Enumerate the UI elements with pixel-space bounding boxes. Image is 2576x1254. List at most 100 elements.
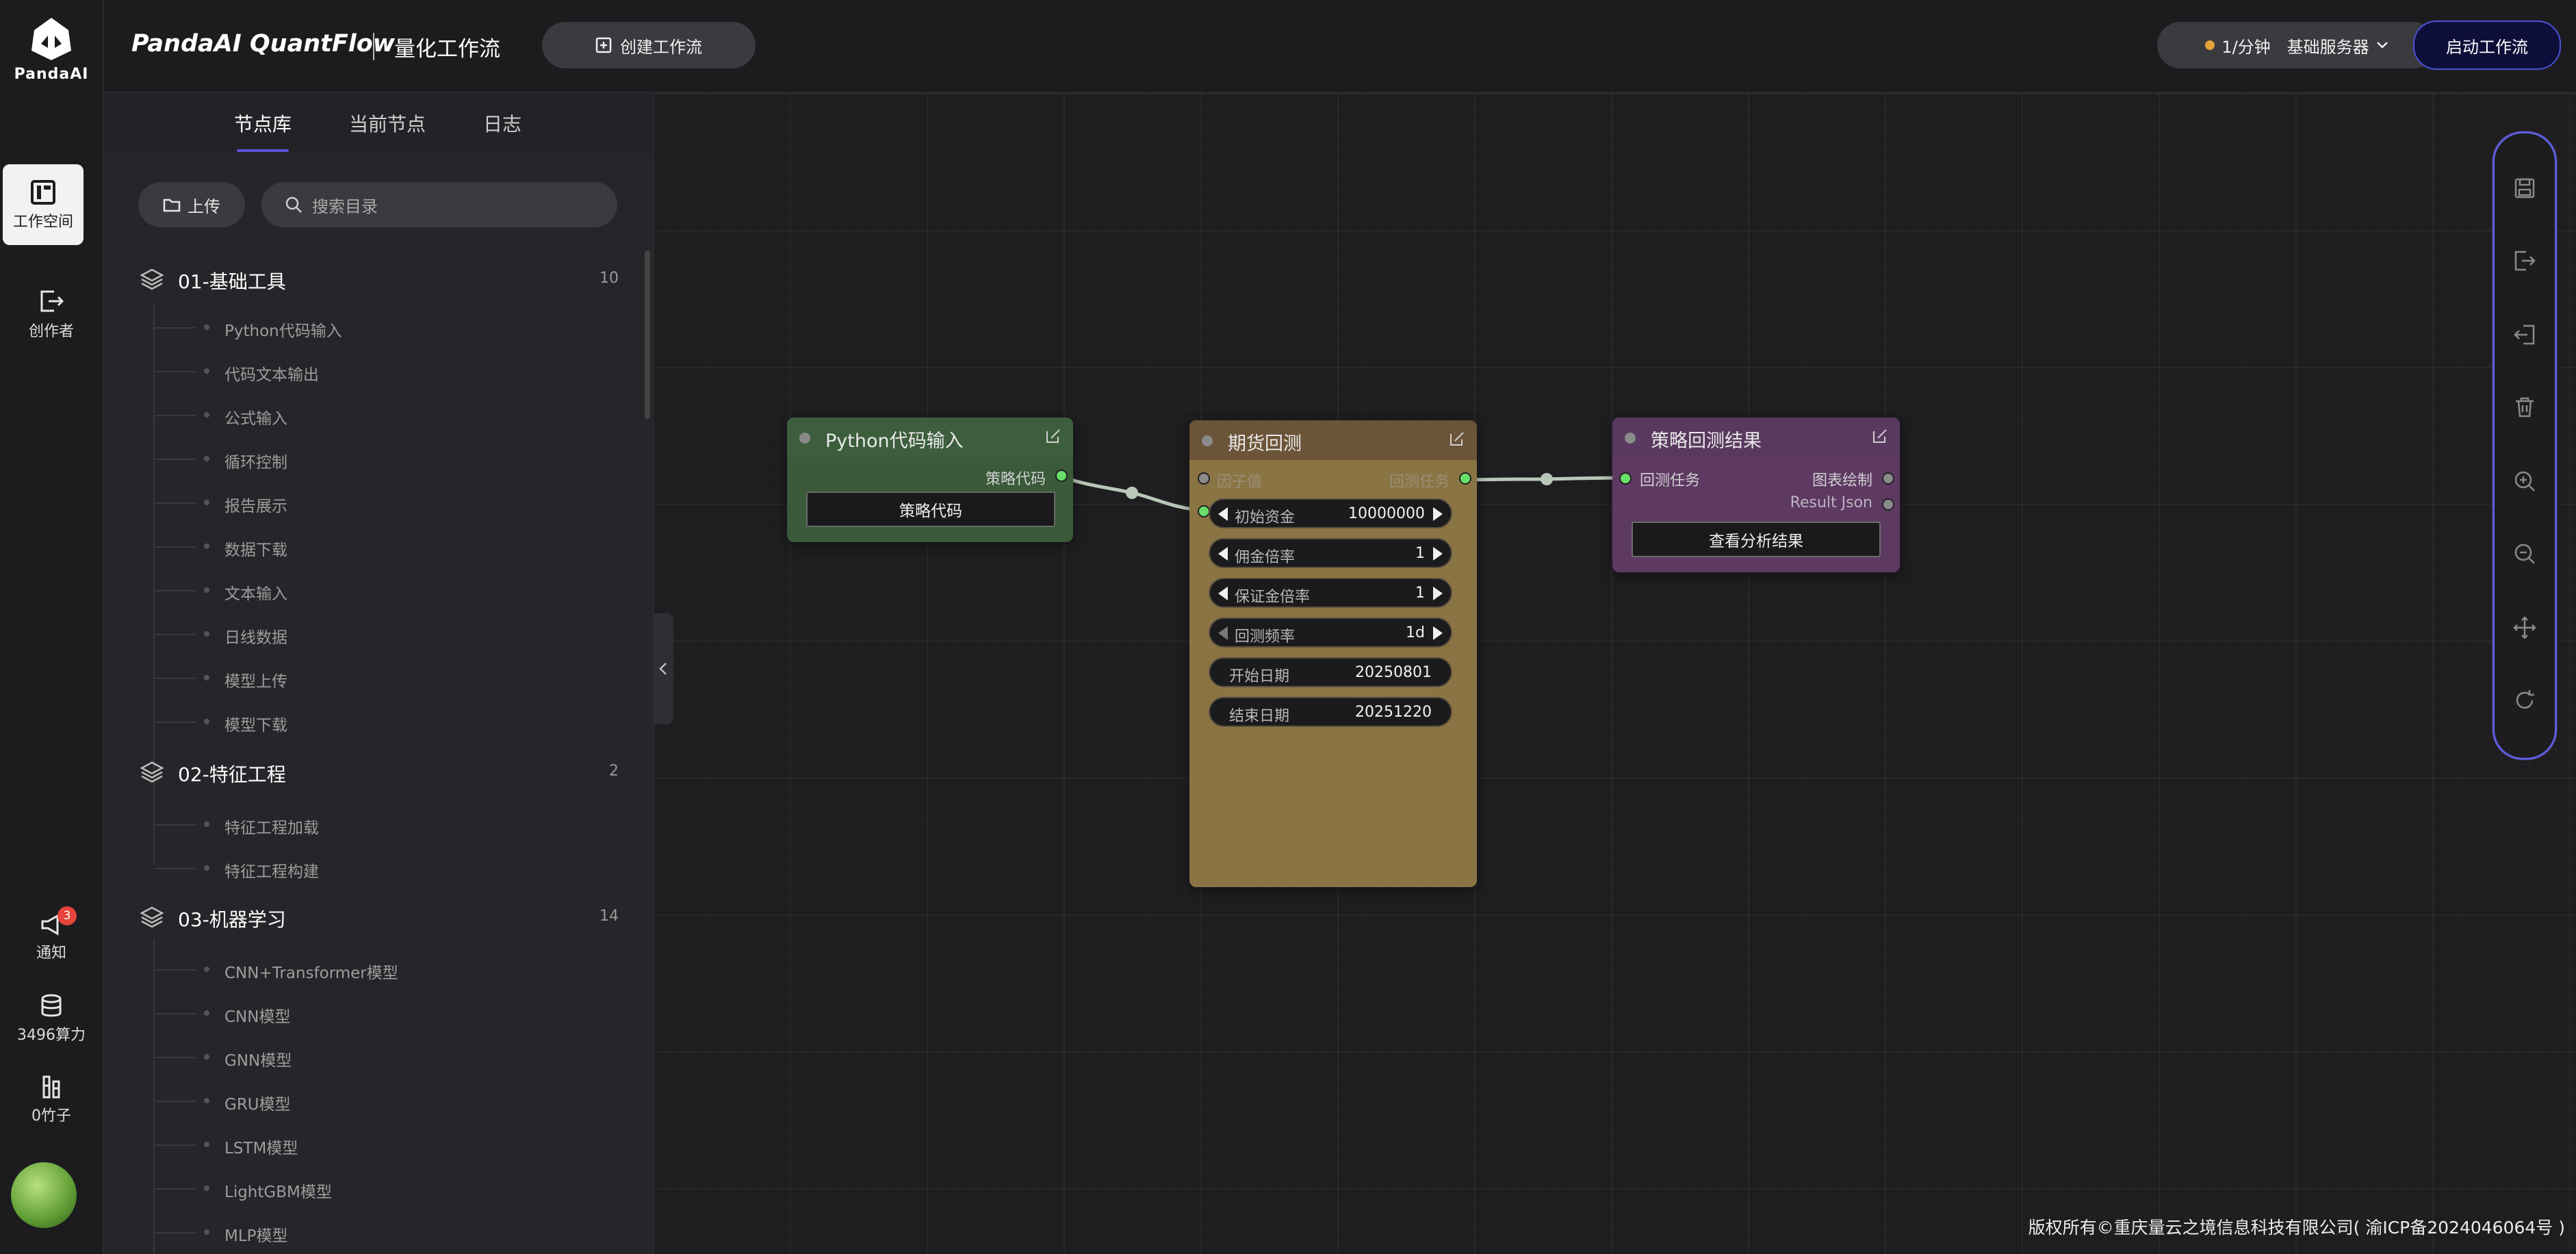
edit-icon[interactable]	[1044, 427, 1062, 445]
output-label: 策略代码	[985, 471, 1046, 488]
backtest-frequency-select[interactable]: 回测频率 1d	[1209, 617, 1452, 648]
next-arrow-icon[interactable]	[1432, 625, 1444, 641]
create-workflow-button[interactable]: 创建工作流	[542, 22, 756, 68]
node-header[interactable]: 策略回测结果	[1612, 418, 1900, 457]
output-label: 图表绘制	[1812, 472, 1872, 489]
tab-node-library[interactable]: 节点库	[234, 110, 292, 137]
decrement-arrow-icon[interactable]	[1217, 546, 1229, 562]
collapse-dot[interactable]	[1202, 435, 1213, 446]
start-date-field[interactable]: 开始日期 20250801	[1209, 657, 1452, 687]
input-port[interactable]	[1619, 472, 1632, 485]
export-icon[interactable]	[2510, 246, 2540, 276]
previous-arrow-icon[interactable]	[1217, 625, 1229, 641]
end-date-field[interactable]: 结束日期 20251220	[1209, 697, 1452, 727]
chart-output-port[interactable]	[1882, 472, 1894, 485]
list-item[interactable]: 模型上传	[155, 668, 287, 691]
json-output-port[interactable]	[1882, 498, 1894, 511]
tree-line	[153, 794, 155, 862]
output-label: 回测任务	[1389, 474, 1450, 491]
category-count: 14	[600, 908, 619, 925]
server-select[interactable]: 1/分钟 基础服务器	[2157, 22, 2436, 68]
node-header[interactable]: Python代码输入	[787, 418, 1073, 457]
category-machine-learning[interactable]: 03-机器学习 14	[140, 904, 619, 931]
list-item[interactable]: 公式输入	[155, 405, 287, 428]
list-item[interactable]: Python代码输入	[155, 318, 342, 341]
list-item[interactable]: 特征工程加载	[155, 815, 319, 838]
list-item[interactable]: 特征工程构建	[155, 858, 319, 882]
notification-badge: 3	[57, 906, 77, 925]
rail-item-workspace[interactable]: 工作空间	[3, 164, 83, 245]
server-rate: 1/分钟	[2221, 37, 2271, 57]
scrollbar[interactable]	[645, 251, 650, 419]
list-item[interactable]: 报告展示	[155, 493, 287, 516]
zoom-out-icon[interactable]	[2510, 539, 2540, 569]
tab-log[interactable]: 日志	[483, 110, 521, 137]
collapse-panel-button[interactable]	[653, 613, 673, 724]
list-item[interactable]: GNN模型	[155, 1047, 292, 1071]
save-icon[interactable]	[2510, 173, 2540, 203]
list-item[interactable]: 日线数据	[155, 624, 287, 648]
import-icon[interactable]	[2510, 320, 2540, 350]
collapse-dot[interactable]	[1625, 433, 1636, 444]
list-item[interactable]: 文本输入	[155, 580, 287, 604]
strategy-code-button[interactable]: 策略代码	[806, 491, 1055, 527]
input-port[interactable]	[1198, 472, 1210, 485]
output-port[interactable]	[1055, 470, 1068, 482]
increment-arrow-icon[interactable]	[1432, 546, 1444, 562]
list-item[interactable]: 循环控制	[155, 449, 287, 472]
decrement-arrow-icon[interactable]	[1217, 585, 1229, 602]
view-analysis-button[interactable]: 查看分析结果	[1632, 522, 1881, 557]
rail-item-creator[interactable]: 创作者	[0, 287, 103, 341]
output-port[interactable]	[1459, 472, 1471, 485]
list-item[interactable]: 代码文本输出	[155, 361, 319, 385]
node-header[interactable]: 期货回测	[1189, 420, 1477, 460]
increment-arrow-icon[interactable]	[1432, 506, 1444, 522]
tab-current-node[interactable]: 当前节点	[349, 110, 426, 137]
app-logo[interactable]: PandaAI	[0, 16, 103, 83]
workflow-canvas[interactable]	[653, 93, 2576, 1254]
fit-view-icon[interactable]	[2510, 613, 2540, 643]
brand-subtitle: 量化工作流	[394, 37, 500, 62]
collapse-dot[interactable]	[799, 433, 810, 444]
margin-rate-stepper[interactable]: 保证金倍率 1	[1209, 578, 1452, 608]
rail-item-bamboo[interactable]: 0竹子	[0, 1075, 103, 1125]
node-futures-backtest[interactable]: 期货回测 因子值 回测任务 初始资金 10000000 佣金倍率 1 保证金倍率…	[1189, 420, 1477, 887]
coin-icon	[2205, 40, 2215, 50]
list-item[interactable]: GRU模型	[155, 1091, 291, 1114]
node-python-code-input[interactable]: Python代码输入 策略代码 策略代码	[787, 418, 1073, 542]
list-item[interactable]: 模型下载	[155, 712, 287, 735]
category-basic-tools[interactable]: 01-基础工具 10	[140, 266, 619, 293]
list-item[interactable]: MLP模型	[155, 1223, 288, 1246]
category-title: 01-基础工具	[178, 270, 286, 293]
increment-arrow-icon[interactable]	[1432, 585, 1444, 602]
list-item[interactable]: LSTM模型	[155, 1135, 298, 1158]
rail-item-label: 0竹子	[31, 1108, 71, 1125]
edit-icon[interactable]	[1448, 430, 1466, 448]
refresh-icon[interactable]	[2510, 685, 2540, 715]
panel-tabs: 节点库 当前节点 日志	[104, 93, 653, 153]
rail-item-compute[interactable]: 3496算力	[0, 994, 103, 1045]
avatar[interactable]	[11, 1162, 77, 1228]
rail-item-notify[interactable]: 3 通知	[0, 906, 103, 962]
zoom-in-icon[interactable]	[2510, 466, 2540, 496]
commission-rate-stepper[interactable]: 佣金倍率 1	[1209, 538, 1452, 568]
initial-capital-stepper[interactable]: 初始资金 10000000	[1209, 498, 1452, 528]
active-tab-indicator	[237, 149, 289, 152]
delete-icon[interactable]	[2510, 392, 2540, 422]
start-workflow-button[interactable]: 启动工作流	[2413, 21, 2561, 70]
widget-label: 佣金倍率	[1235, 549, 1296, 566]
brand-title: PandaAI QuantFlow	[131, 30, 396, 57]
category-feature-engineering[interactable]: 02-特征工程 2	[140, 758, 619, 786]
decrement-arrow-icon[interactable]	[1217, 506, 1229, 522]
copyright-footer: 版权所有©重庆量云之境信息科技有限公司( 渝ICP备2024046064号 )	[2028, 1218, 2565, 1238]
edit-icon[interactable]	[1871, 427, 1889, 445]
search-input[interactable]: 搜索目录	[261, 182, 617, 227]
list-item[interactable]: CNN+Transformer模型	[155, 960, 398, 983]
list-item[interactable]: CNN模型	[155, 1003, 290, 1027]
list-item[interactable]: 数据下载	[155, 537, 287, 560]
category-title: 03-机器学习	[178, 908, 286, 931]
node-backtest-result[interactable]: 策略回测结果 回测任务 图表绘制 Result Json 查看分析结果	[1612, 418, 1900, 572]
widget-label: 开始日期	[1229, 668, 1290, 685]
list-item[interactable]: LightGBM模型	[155, 1179, 332, 1202]
upload-button[interactable]: 上传	[138, 182, 245, 227]
